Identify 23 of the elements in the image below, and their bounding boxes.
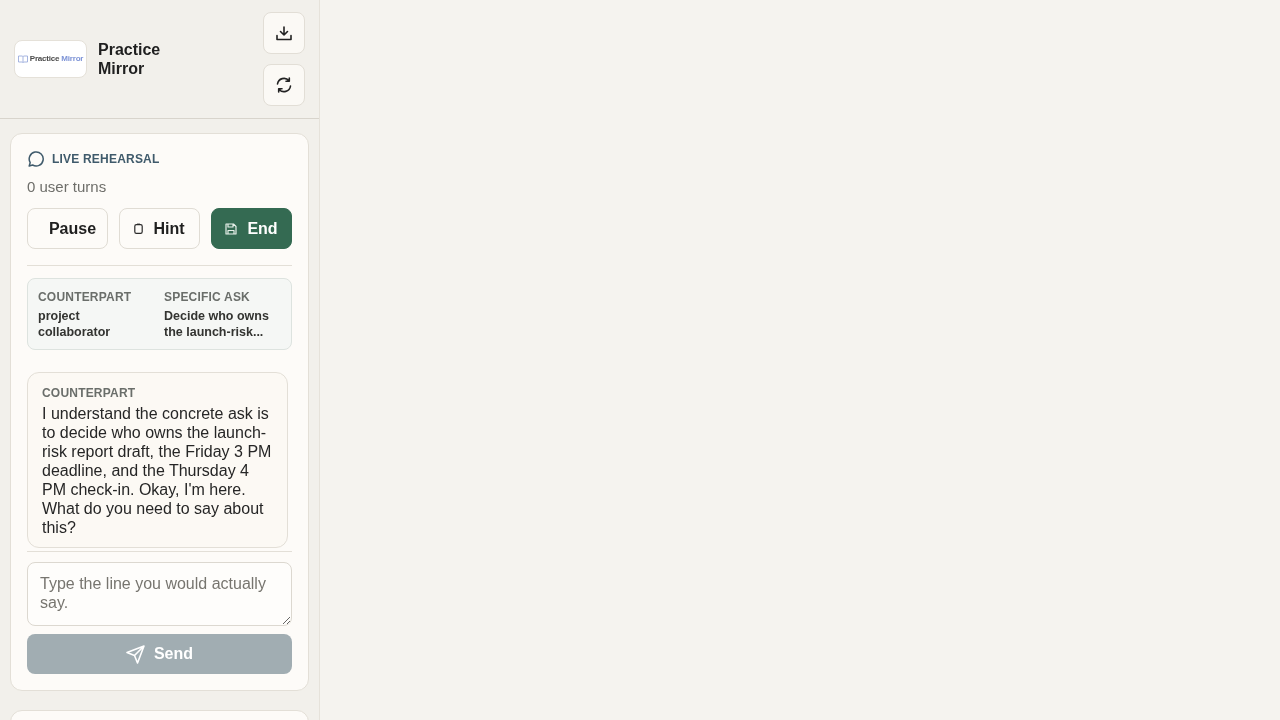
hint-button[interactable]: Hint [119, 208, 200, 249]
context-label: COUNTERPART [38, 289, 133, 305]
send-icon [125, 644, 145, 664]
context-value: project collaborator [38, 308, 112, 340]
refresh-button[interactable] [263, 64, 305, 106]
clipboard-icon [134, 223, 144, 234]
book-icon [17, 55, 28, 63]
save-icon [225, 222, 238, 235]
end-button[interactable]: End [211, 208, 292, 249]
section-title: LIVE REHEARSAL [52, 151, 160, 168]
app-title: Practice Mirror [98, 40, 162, 78]
message-text: I understand the concrete ask is to decide who owns the launch-risk report draft, the Friday 3 PM deadline, and the Thursday 4 PM check-in. Okay, I'm here. What do you need to say about this? [42, 404, 273, 537]
turn-count: 0 user turns [27, 177, 108, 197]
refresh-icon [276, 77, 292, 93]
logo-wordmark: Practice Mirror [29, 54, 84, 64]
context-label: SPECIFIC ASK [164, 289, 251, 305]
speaker-label: COUNTERPART [42, 385, 137, 401]
download-button[interactable] [263, 12, 305, 54]
message-input[interactable]: Type the line you would actually say. [27, 562, 292, 626]
chat-bubble-icon [27, 150, 44, 168]
download-icon [276, 25, 292, 41]
context-value: Decide who owns the launch-risk... [164, 308, 270, 340]
pause-button[interactable]: Pause [27, 208, 108, 249]
